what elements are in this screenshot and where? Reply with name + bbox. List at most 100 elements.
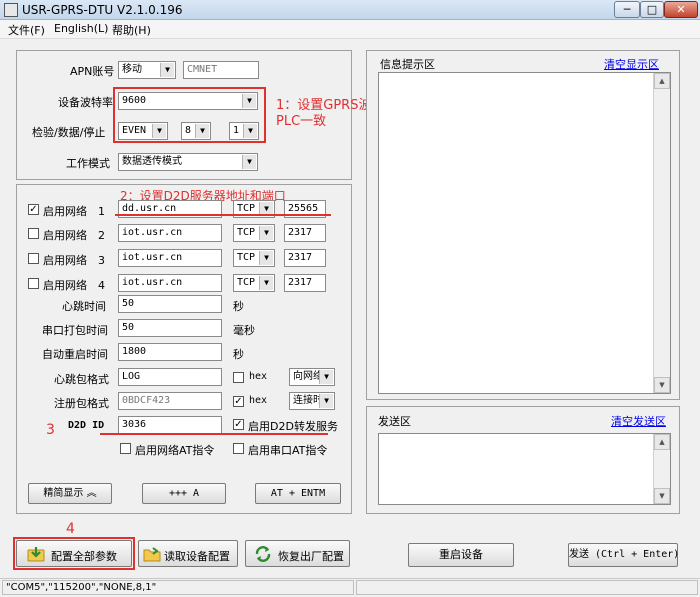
chevron-down-icon: ▼	[319, 394, 333, 408]
chevron-down-icon: ▼	[259, 276, 273, 290]
clear-display-link[interactable]: 清空显示区	[604, 56, 659, 72]
packet-time-unit: 毫秒	[233, 324, 255, 337]
heartbeat-packet-label: 心跳包格式	[54, 373, 109, 386]
minimize-button[interactable]: ─	[614, 1, 640, 18]
chevron-down-icon: ▼	[259, 251, 273, 265]
apn-field[interactable]: CMNET	[183, 61, 259, 79]
mode-select[interactable]: 数据透传模式 ▼	[118, 153, 258, 171]
network-3-checkbox[interactable]	[28, 253, 39, 264]
config-all-button[interactable]: 配置全部参数	[16, 540, 132, 567]
restart-device-button[interactable]: 重启设备	[408, 543, 514, 567]
send-input-area[interactable]: ▲ ▼	[378, 433, 671, 505]
send-panel-title: 发送区	[378, 415, 411, 428]
heartbeat-field[interactable]: 50	[118, 295, 222, 313]
d2d-enable-label: 启用D2D转发服务	[248, 420, 338, 433]
apn-label: APN账号	[70, 65, 115, 78]
register-mode-select[interactable]: 连接时 ▼	[289, 392, 335, 410]
network-4-protocol-select[interactable]: TCP ▼	[233, 274, 275, 292]
apn-operator-value: 移动	[122, 64, 142, 75]
net-at-checkbox[interactable]	[120, 443, 131, 454]
register-hex-checkbox[interactable]: ✓	[233, 396, 244, 407]
network-4-protocol: TCP	[237, 277, 256, 288]
reboot-time-field[interactable]: 1800	[118, 343, 222, 361]
network-2-protocol: TCP	[237, 227, 256, 238]
packet-time-label: 串口打包时间	[42, 324, 108, 337]
clear-send-link[interactable]: 清空发送区	[611, 413, 666, 429]
annotation-box-1	[113, 87, 266, 143]
register-packet-field[interactable]: 0BDCF423	[118, 392, 222, 410]
network-1-protocol: TCP	[237, 203, 256, 214]
baud-label: 设备波特率	[58, 96, 113, 109]
status-text: "COM5","115200","NONE,8,1"	[2, 580, 354, 595]
d2d-id-field[interactable]: 3036	[118, 416, 222, 434]
chevron-down-icon: ▼	[259, 226, 273, 240]
scroll-down-icon[interactable]: ▼	[654, 488, 670, 504]
menu-file[interactable]: 文件(F)	[8, 22, 45, 38]
heartbeat-unit: 秒	[233, 300, 244, 313]
send-button[interactable]: 发送 (Ctrl + Enter)	[568, 543, 679, 567]
network-3-port[interactable]: 2317	[284, 249, 326, 267]
refresh-icon	[254, 545, 272, 563]
network-2-port[interactable]: 2317	[284, 224, 326, 242]
close-button[interactable]: ✕	[664, 1, 698, 18]
reboot-time-label: 自动重启时间	[42, 348, 108, 361]
annotation-1-line2: PLC一致	[276, 114, 327, 129]
register-packet-label: 注册包格式	[54, 397, 109, 410]
read-config-button[interactable]: 读取设备配置	[138, 540, 238, 567]
mode-value: 数据透传模式	[122, 156, 182, 167]
chevron-down-icon: ▼	[319, 370, 333, 384]
info-scrollbar[interactable]: ▲ ▼	[653, 73, 670, 393]
network-2-label: 启用网络 2	[43, 229, 105, 242]
reboot-time-unit: 秒	[233, 348, 244, 361]
simple-view-button[interactable]: 精简显示 ︽	[28, 483, 112, 504]
scroll-down-icon[interactable]: ▼	[654, 377, 670, 393]
menu-help[interactable]: 帮助(H)	[112, 22, 151, 38]
network-3-protocol-select[interactable]: TCP ▼	[233, 249, 275, 267]
network-2-address[interactable]: iot.usr.cn	[118, 224, 222, 242]
heartbeat-hex-checkbox[interactable]	[233, 372, 244, 383]
apn-operator-select[interactable]: 移动 ▼	[118, 61, 176, 79]
config-all-label: 配置全部参数	[51, 550, 117, 563]
chevron-down-icon: ▼	[242, 155, 256, 169]
factory-reset-label: 恢复出厂配置	[278, 550, 344, 563]
register-hex-label: hex	[249, 395, 268, 406]
scroll-up-icon[interactable]: ▲	[654, 434, 670, 450]
network-2-checkbox[interactable]	[28, 228, 39, 239]
network-4-checkbox[interactable]	[28, 278, 39, 289]
network-1-label: 启用网络 1	[43, 205, 105, 218]
d2d-enable-checkbox[interactable]: ✓	[233, 419, 244, 430]
annotation-3: 3	[46, 422, 55, 438]
network-4-label: 启用网络 4	[43, 279, 105, 292]
network-4-port[interactable]: 2317	[284, 274, 326, 292]
annotation-2-underline	[115, 214, 331, 216]
packet-time-field[interactable]: 50	[118, 319, 222, 337]
plus-a-button[interactable]: +++ A	[142, 483, 226, 504]
factory-reset-button[interactable]: 恢复出厂配置	[245, 540, 350, 567]
menu-english[interactable]: English(L)	[54, 22, 108, 35]
network-1-checkbox[interactable]: ✓	[28, 204, 39, 215]
info-panel-title: 信息提示区	[380, 58, 435, 71]
heartbeat-direction-select[interactable]: 向网络 ▼	[289, 368, 335, 386]
heartbeat-packet-field[interactable]: LOG	[118, 368, 222, 386]
heartbeat-hex-label: hex	[249, 371, 268, 382]
network-3-address[interactable]: iot.usr.cn	[118, 249, 222, 267]
serial-at-checkbox[interactable]	[233, 443, 244, 454]
annotation-3-underline	[100, 433, 328, 435]
read-config-label: 读取设备配置	[164, 550, 230, 563]
network-2-protocol-select[interactable]: TCP ▼	[233, 224, 275, 242]
config-download-icon	[27, 545, 45, 563]
info-display-area[interactable]: ▲ ▼	[378, 72, 671, 394]
send-scrollbar[interactable]: ▲ ▼	[653, 434, 670, 504]
at-entm-button[interactable]: AT + ENTM	[255, 483, 341, 504]
mode-label: 工作模式	[66, 157, 110, 170]
scroll-up-icon[interactable]: ▲	[654, 73, 670, 89]
network-3-label: 启用网络 3	[43, 254, 105, 267]
folder-open-icon	[143, 545, 161, 563]
heartbeat-label: 心跳时间	[62, 300, 106, 313]
network-3-protocol: TCP	[237, 252, 256, 263]
d2d-id-label: D2D ID	[68, 420, 105, 431]
maximize-button[interactable]: □	[640, 1, 664, 18]
network-4-address[interactable]: iot.usr.cn	[118, 274, 222, 292]
annotation-4: 4	[66, 521, 75, 537]
serial-at-label: 启用串口AT指令	[248, 444, 328, 457]
